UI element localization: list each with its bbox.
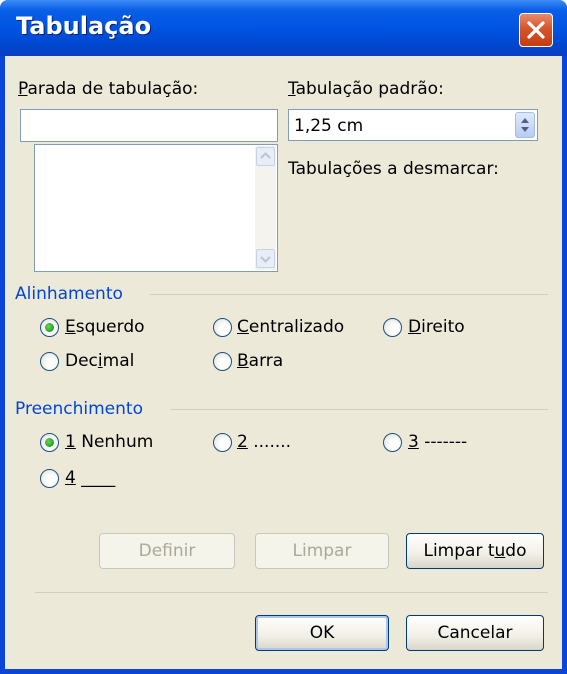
tab-stop-list[interactable] xyxy=(34,144,278,272)
cancel-button[interactable]: Cancelar xyxy=(406,615,544,651)
close-button[interactable] xyxy=(519,13,553,47)
leader-group-title: Preenchimento xyxy=(15,399,143,419)
align-center-label[interactable]: Centralizado xyxy=(237,317,344,337)
leader-divider xyxy=(170,409,548,410)
align-right-label[interactable]: Direito xyxy=(408,317,465,337)
dialog-title: Tabulação xyxy=(16,12,152,40)
chevron-down-icon xyxy=(260,256,271,263)
leader-line-label[interactable]: 4 ____ xyxy=(65,468,115,488)
dialog-body: Parada de tabulação: Tabulação padrão: 1… xyxy=(5,56,562,669)
align-left-label[interactable]: Esquerdo xyxy=(65,317,145,337)
clear-tabs-label: Tabulações a desmarcar: xyxy=(288,159,499,179)
align-right-radio[interactable] xyxy=(383,318,402,337)
align-bar-label[interactable]: Barra xyxy=(237,351,283,371)
list-scrollbar[interactable] xyxy=(255,146,276,270)
leader-dots-label[interactable]: 2 ....... xyxy=(237,432,291,452)
tab-stop-label: Parada de tabulação: xyxy=(18,79,199,99)
leader-none-label[interactable]: 1 Nenhum xyxy=(65,432,153,452)
scroll-up-button[interactable] xyxy=(256,147,275,166)
leader-dashes-label[interactable]: 3 ------- xyxy=(408,432,467,452)
clear-all-button[interactable]: Limpar t u do xyxy=(406,533,544,569)
align-left-radio[interactable] xyxy=(40,318,59,337)
set-button[interactable]: Definir xyxy=(99,533,235,569)
footer-divider xyxy=(35,592,548,593)
tab-stop-input[interactable] xyxy=(20,109,278,142)
align-decimal-label[interactable]: Decimal xyxy=(65,351,134,371)
chevron-up-icon xyxy=(260,152,271,159)
leader-none-radio[interactable] xyxy=(40,433,59,452)
scroll-down-button[interactable] xyxy=(256,249,275,268)
spin-arrows-icon xyxy=(521,118,529,132)
align-bar-radio[interactable] xyxy=(213,352,232,371)
leader-line-radio[interactable] xyxy=(40,469,59,488)
title-bar[interactable]: Tabulação xyxy=(0,0,567,56)
alignment-group-title: Alinhamento xyxy=(15,284,123,304)
align-decimal-radio[interactable] xyxy=(40,352,59,371)
default-tab-label: Tabulação padrão: xyxy=(288,79,444,99)
leader-dashes-radio[interactable] xyxy=(383,433,402,452)
alignment-divider xyxy=(150,294,548,295)
clear-button[interactable]: Limpar xyxy=(255,533,389,569)
dialog-window: Tabulação Parada de tabulação: Tabulação… xyxy=(0,0,567,674)
leader-dots-radio[interactable] xyxy=(213,433,232,452)
close-icon xyxy=(527,21,545,39)
default-tab-spinbox[interactable]: 1,25 cm xyxy=(288,109,538,141)
ok-button[interactable]: OK xyxy=(255,615,389,651)
spin-buttons[interactable] xyxy=(515,112,535,138)
align-center-radio[interactable] xyxy=(213,318,232,337)
